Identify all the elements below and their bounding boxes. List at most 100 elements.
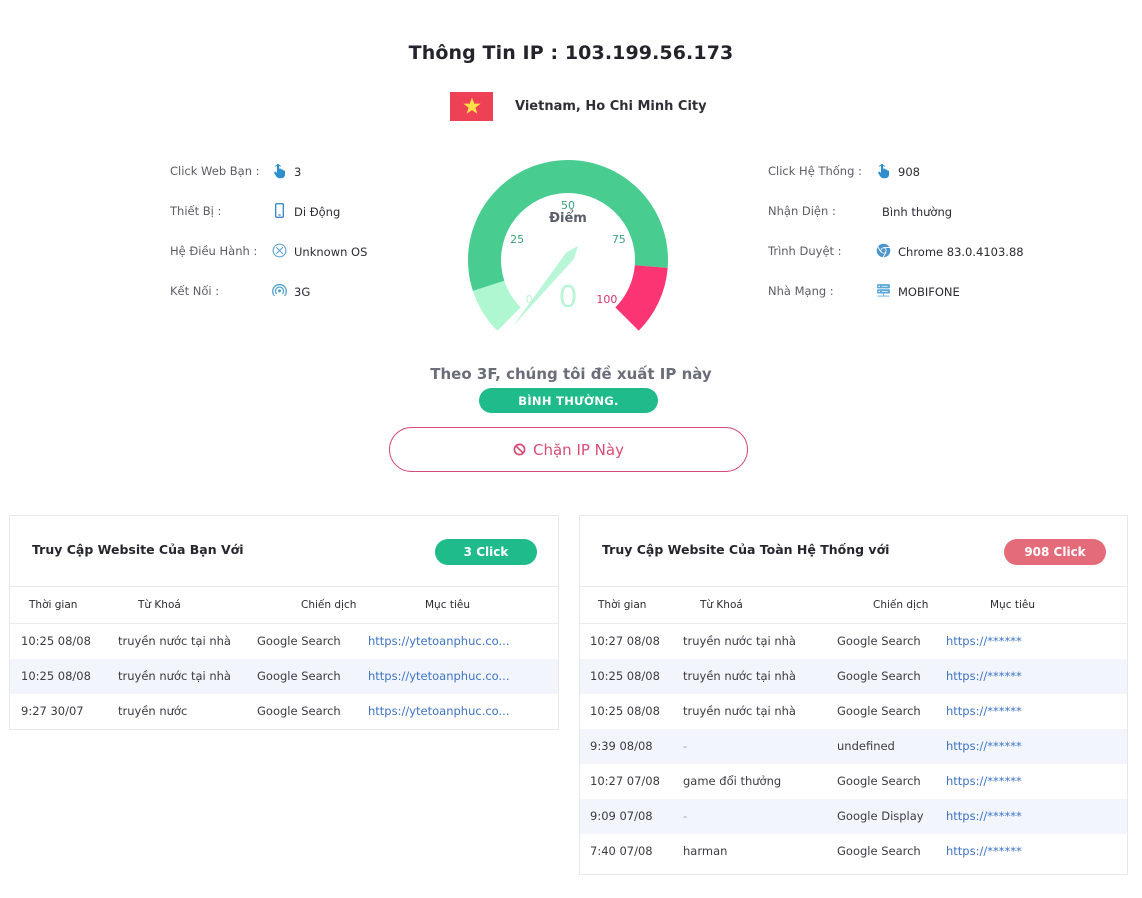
cell-keyword: -: [683, 809, 688, 823]
cell-target-link[interactable]: https://******: [946, 739, 1022, 753]
table-row[interactable]: 9:09 07/08 - Google Display https://******: [580, 799, 1127, 834]
column-header-target: Mục tiêu: [425, 599, 470, 611]
card-header: Truy Cập Website Của Toàn Hệ Thống với 9…: [580, 516, 1127, 587]
table-header: Thời gian Từ Khoá Chiến dịch Mục tiêu: [10, 587, 558, 624]
mobile-phone-icon: [270, 201, 288, 219]
cell-time: 10:27 08/08: [590, 634, 660, 648]
info-value: Unknown OS: [294, 245, 368, 259]
block-icon: [513, 443, 526, 456]
table-row[interactable]: 9:39 08/08 - undefined https://******: [580, 729, 1127, 764]
column-header-campaign: Chiến dịch: [301, 599, 357, 611]
table-row[interactable]: 10:25 08/08 truyền nước tại nhà Google Sea…: [10, 624, 558, 659]
column-header-keyword: Từ Khoá: [138, 599, 181, 611]
info-value: MOBIFONE: [898, 285, 960, 299]
cell-keyword: -: [683, 739, 688, 753]
cell-keyword: truyền nước: [118, 704, 188, 718]
cell-time: 7:40 07/08: [590, 844, 653, 858]
info-value: 908: [898, 165, 920, 179]
info-value: 3: [294, 165, 302, 179]
cell-campaign: Google Display: [837, 809, 924, 823]
info-label: Hệ Điều Hành :: [170, 244, 258, 258]
cell-time: 10:25 08/08: [590, 704, 660, 718]
cell-target-link[interactable]: https://******: [946, 669, 1022, 683]
cell-keyword: truyền nước tại nhà: [683, 634, 796, 648]
pointer-hand-icon: [270, 161, 288, 179]
table-row[interactable]: 10:25 08/08 truyền nước tại nhà Google Sea…: [10, 659, 558, 694]
info-row-system-clicks: Click Hệ Thống : 908: [768, 158, 1024, 198]
cell-campaign: Google Search: [837, 669, 921, 683]
info-row-connection: Kết Nối : 3G: [170, 278, 367, 318]
column-header-target: Mục tiêu: [990, 599, 1035, 611]
table-body: 10:27 08/08 truyền nước tại nhà Google Sea…: [580, 624, 1127, 869]
cell-time: 10:25 08/08: [590, 669, 660, 683]
cell-keyword: truyền nước tại nhà: [118, 669, 231, 683]
score-gauge: 0 25 50 75 100 Điểm 0: [455, 150, 685, 350]
cell-keyword: truyền nước tại nhà: [683, 704, 796, 718]
cell-campaign: Google Search: [837, 634, 921, 648]
table-row[interactable]: 7:40 07/08 harman Google Search https://***…: [580, 834, 1127, 869]
cell-campaign: Google Search: [257, 704, 341, 718]
cell-target-link[interactable]: https://******: [946, 809, 1022, 823]
cell-campaign: undefined: [837, 739, 895, 753]
system-access-card: Truy Cập Website Của Toàn Hệ Thống với 9…: [579, 515, 1128, 875]
vietnam-flag-icon: [450, 91, 493, 121]
info-label: Thiết Bị :: [170, 204, 222, 218]
info-label: Click Web Bạn :: [170, 164, 260, 178]
info-value: Chrome 83.0.4103.88: [898, 245, 1024, 259]
location: Vietnam, Ho Chi Minh City: [450, 91, 707, 121]
column-header-keyword: Từ Khoá: [700, 599, 743, 611]
table-row[interactable]: 9:27 30/07 truyền nước Google Search https:…: [10, 694, 558, 729]
info-label: Nhà Mạng :: [768, 284, 834, 298]
cell-time: 9:39 08/08: [590, 739, 653, 753]
location-text: Vietnam, Ho Chi Minh City: [515, 98, 707, 114]
info-value: Di Động: [294, 205, 341, 219]
info-label: Nhận Diện :: [768, 204, 836, 218]
unknown-os-icon: [270, 241, 288, 259]
info-row-carrier: Nhà Mạng : MOBIFONE: [768, 278, 1024, 318]
cell-campaign: Google Search: [837, 844, 921, 858]
cell-target-link[interactable]: https://******: [946, 774, 1022, 788]
table-row[interactable]: 10:25 08/08 truyền nước tại nhà Google Sea…: [580, 694, 1127, 729]
table-row[interactable]: 10:27 08/08 truyền nước tại nhà Google Sea…: [580, 624, 1127, 659]
info-value: Bình thường: [882, 205, 953, 219]
cell-target-link[interactable]: https://ytetoanphuc.co...: [368, 704, 509, 718]
cell-keyword: harman: [683, 844, 728, 858]
cell-target-link[interactable]: https://******: [946, 844, 1022, 858]
gauge-value: 0: [558, 280, 577, 315]
info-label: Trình Duyệt :: [768, 244, 842, 258]
chrome-icon: [874, 241, 892, 259]
info-label: Click Hệ Thống :: [768, 164, 862, 178]
server-network-icon: [874, 281, 892, 299]
client-info: Click Web Bạn : 3 Thiết Bị : Di Động Hệ …: [170, 158, 367, 318]
cell-keyword: truyền nước tại nhà: [118, 634, 231, 648]
system-info: Click Hệ Thống : 908 Nhận Diện : Bình th…: [768, 158, 1024, 318]
cell-campaign: Google Search: [837, 774, 921, 788]
cell-campaign: Google Search: [257, 634, 341, 648]
block-ip-button[interactable]: Chặn IP Này: [389, 427, 748, 472]
cell-keyword: game đổi thưởng: [683, 774, 782, 788]
table-row[interactable]: 10:27 07/08 game đổi thưởng Google Search h…: [580, 764, 1127, 799]
click-count-badge: 908 Click: [1004, 539, 1106, 565]
gauge-tick-label: 75: [612, 233, 626, 246]
cell-target-link[interactable]: https://ytetoanphuc.co...: [368, 634, 509, 648]
block-ip-label: Chặn IP Này: [533, 440, 624, 459]
info-row-clicks: Click Web Bạn : 3: [170, 158, 367, 198]
info-row-identification: Nhận Diện : Bình thường: [768, 198, 1024, 238]
cell-target-link[interactable]: https://******: [946, 634, 1022, 648]
cell-time: 10:27 07/08: [590, 774, 660, 788]
info-row-device: Thiết Bị : Di Động: [170, 198, 367, 238]
signal-icon: [270, 281, 288, 299]
column-header-campaign: Chiến dịch: [873, 599, 929, 611]
cell-time: 10:25 08/08: [21, 634, 91, 648]
cell-target-link[interactable]: https://******: [946, 704, 1022, 718]
table-row[interactable]: 10:25 08/08 truyền nước tại nhà Google Sea…: [580, 659, 1127, 694]
cell-time: 10:25 08/08: [21, 669, 91, 683]
cell-time: 9:27 30/07: [21, 704, 84, 718]
cell-target-link[interactable]: https://ytetoanphuc.co...: [368, 669, 509, 683]
info-row-os: Hệ Điều Hành : Unknown OS: [170, 238, 367, 278]
card-header: Truy Cập Website Của Bạn Với 3 Click: [10, 516, 558, 587]
cell-keyword: truyền nước tại nhà: [683, 669, 796, 683]
column-header-time: Thời gian: [29, 599, 78, 611]
gauge-tick-label: 100: [596, 293, 617, 306]
card-title: Truy Cập Website Của Bạn Với: [32, 542, 244, 557]
